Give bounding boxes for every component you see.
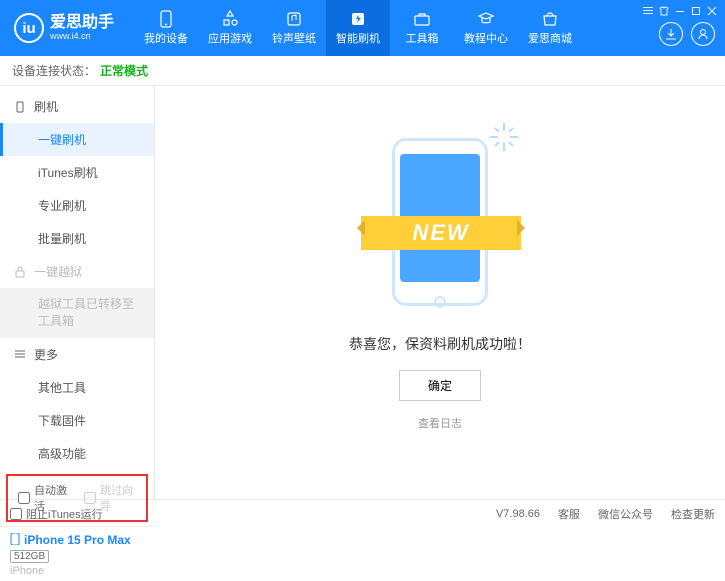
view-log-link[interactable]: 查看日志 bbox=[418, 415, 462, 431]
device-icon bbox=[157, 10, 175, 28]
device-type: iPhone bbox=[10, 565, 144, 577]
app-title: 爱思助手 bbox=[50, 14, 114, 32]
ringtone-icon bbox=[285, 10, 303, 28]
nav-apps[interactable]: 应用游戏 bbox=[198, 0, 262, 56]
sidebar-item-onekey-flash[interactable]: 一键刷机 bbox=[0, 123, 154, 156]
sidebar-item-other-tools[interactable]: 其他工具 bbox=[0, 371, 154, 404]
status-value: 正常模式 bbox=[100, 62, 148, 79]
success-message: 恭喜您，保资料刷机成功啦！ bbox=[349, 334, 531, 354]
user-button[interactable] bbox=[691, 22, 715, 46]
status-label: 设备连接状态： bbox=[12, 62, 96, 79]
auto-activate-checkbox[interactable]: 自动激活 bbox=[18, 482, 70, 514]
main-nav: 我的设备 应用游戏 铃声壁纸 智能刷机 工具箱 教程中心 爱思商城 bbox=[134, 0, 582, 56]
sidebar-item-itunes-flash[interactable]: iTunes刷机 bbox=[0, 156, 154, 189]
toolbox-icon bbox=[413, 10, 431, 28]
sparkle-icon bbox=[487, 120, 521, 154]
sidebar-item-pro-flash[interactable]: 专业刷机 bbox=[0, 189, 154, 222]
sidebar-group-flash[interactable]: 刷机 bbox=[0, 90, 154, 123]
nav-ringtone[interactable]: 铃声壁纸 bbox=[262, 0, 326, 56]
lock-icon bbox=[14, 266, 26, 278]
store-icon bbox=[541, 10, 559, 28]
minimize-button[interactable] bbox=[673, 4, 687, 18]
options-highlight-box: 自动激活 跳过向导 bbox=[6, 474, 148, 522]
skip-guide-checkbox[interactable]: 跳过向导 bbox=[84, 482, 136, 514]
header-actions bbox=[659, 22, 715, 46]
nav-tutorial[interactable]: 教程中心 bbox=[454, 0, 518, 56]
close-button[interactable] bbox=[705, 4, 719, 18]
menu-icon[interactable] bbox=[641, 4, 655, 18]
skin-icon[interactable] bbox=[657, 4, 671, 18]
ok-button[interactable]: 确定 bbox=[399, 370, 481, 401]
nav-flash[interactable]: 智能刷机 bbox=[326, 0, 390, 56]
more-icon bbox=[14, 348, 26, 360]
device-storage: 512GB bbox=[10, 550, 49, 563]
main-content: NEW 恭喜您，保资料刷机成功啦！ 确定 查看日志 bbox=[155, 86, 725, 499]
window-controls bbox=[635, 0, 725, 22]
download-button[interactable] bbox=[659, 22, 683, 46]
sidebar-item-jailbreak-moved: 越狱工具已转移至工具箱 bbox=[0, 288, 154, 338]
new-ribbon: NEW bbox=[361, 216, 521, 250]
apps-icon bbox=[221, 10, 239, 28]
app-header: iu 爱思助手 www.i4.cn 我的设备 应用游戏 铃声壁纸 智能刷机 工具… bbox=[0, 0, 725, 56]
success-illustration: NEW bbox=[365, 126, 515, 316]
device-name: iPhone 15 Pro Max bbox=[10, 533, 144, 548]
sidebar-item-advanced[interactable]: 高级功能 bbox=[0, 437, 154, 470]
version-label: V7.98.66 bbox=[496, 508, 540, 520]
device-phone-icon bbox=[10, 533, 20, 548]
nav-store[interactable]: 爱思商城 bbox=[518, 0, 582, 56]
phone-icon bbox=[14, 101, 26, 113]
maximize-button[interactable] bbox=[689, 4, 703, 18]
sidebar-item-download-firmware[interactable]: 下载固件 bbox=[0, 404, 154, 437]
sidebar-item-batch-flash[interactable]: 批量刷机 bbox=[0, 222, 154, 255]
tutorial-icon bbox=[477, 10, 495, 28]
logo-icon: iu bbox=[14, 13, 44, 43]
check-update-link[interactable]: 检查更新 bbox=[671, 506, 715, 522]
sidebar-group-jailbreak: 一键越狱 bbox=[0, 255, 154, 288]
sidebar-group-more[interactable]: 更多 bbox=[0, 338, 154, 371]
support-link[interactable]: 客服 bbox=[558, 506, 580, 522]
status-bar: 设备连接状态： 正常模式 bbox=[0, 56, 725, 86]
nav-my-device[interactable]: 我的设备 bbox=[134, 0, 198, 56]
app-logo: iu 爱思助手 www.i4.cn bbox=[14, 13, 114, 43]
app-url: www.i4.cn bbox=[50, 32, 114, 42]
sidebar: 刷机 一键刷机 iTunes刷机 专业刷机 批量刷机 一键越狱 越狱工具已转移至… bbox=[0, 86, 155, 499]
device-info[interactable]: iPhone 15 Pro Max 512GB iPhone bbox=[0, 526, 154, 581]
nav-toolbox[interactable]: 工具箱 bbox=[390, 0, 454, 56]
wechat-link[interactable]: 微信公众号 bbox=[598, 506, 653, 522]
flash-icon bbox=[349, 10, 367, 28]
